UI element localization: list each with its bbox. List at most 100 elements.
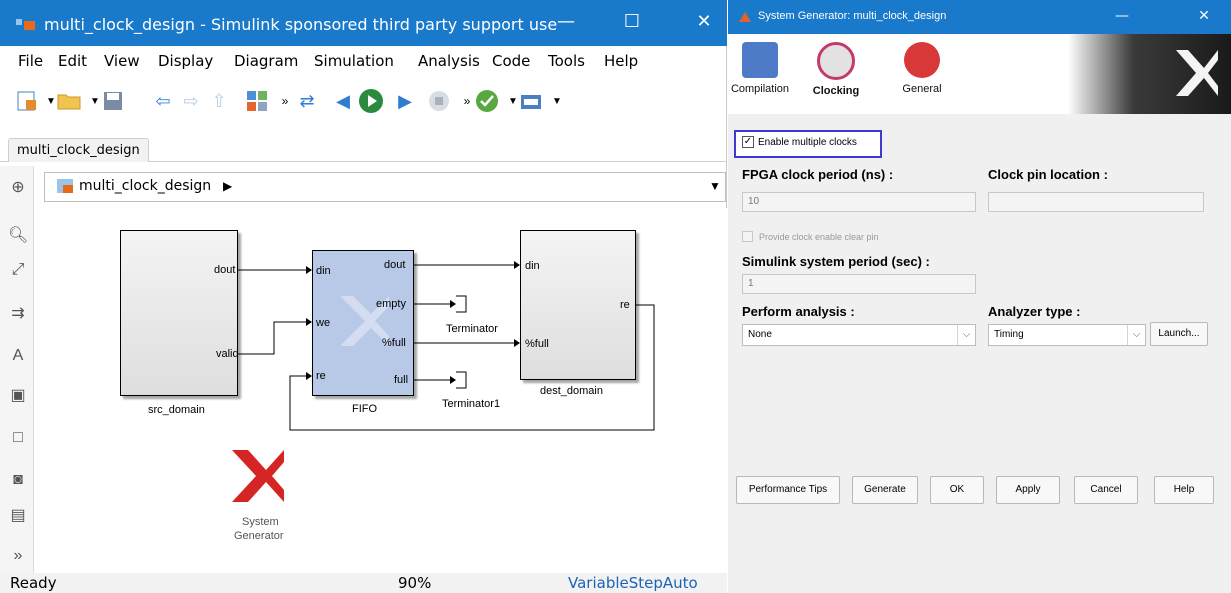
window-title: multi_clock_design - Simulink sponsored … xyxy=(44,15,558,34)
forward-arrow-icon[interactable]: ⇨ xyxy=(178,88,204,114)
perform-analysis-label: Perform analysis : xyxy=(742,304,855,319)
analyzer-type-select[interactable]: Timing ⌵ xyxy=(988,324,1146,346)
model-explorer-icon[interactable]: ⇄ xyxy=(294,88,320,114)
back-arrow-icon[interactable]: ⇦ xyxy=(150,88,176,114)
block-src-domain[interactable] xyxy=(120,230,238,396)
route-lines-icon[interactable]: ⇉ xyxy=(8,304,28,324)
check-icon[interactable] xyxy=(474,88,500,114)
gear-icon xyxy=(904,42,940,78)
simulink-app-icon xyxy=(16,15,36,31)
menu-file[interactable]: File xyxy=(18,52,43,70)
port-label: we xyxy=(316,317,331,329)
performance-tips-button[interactable]: Performance Tips xyxy=(736,476,840,504)
apply-button[interactable]: Apply xyxy=(996,476,1060,504)
menu-code[interactable]: Code xyxy=(492,52,530,70)
zoom-icon[interactable]: 🔍︎ xyxy=(8,226,28,246)
menu-tools[interactable]: Tools xyxy=(548,52,585,70)
port-label: dout xyxy=(214,264,236,276)
clock-pin-location-label: Clock pin location : xyxy=(988,167,1108,182)
block-name-terminator1: Terminator1 xyxy=(442,398,501,410)
chevron-down-icon[interactable]: ▼ xyxy=(709,179,721,193)
chevron-down-icon[interactable]: ▼ xyxy=(544,88,570,114)
area-icon[interactable]: □ xyxy=(8,428,28,448)
fpga-clock-period-field[interactable]: 10 xyxy=(742,192,976,212)
sysgen-label: System xyxy=(242,516,279,528)
run-icon[interactable] xyxy=(358,88,384,114)
fit-view-icon[interactable]: ⤢ xyxy=(8,260,28,280)
minimize-icon[interactable]: — xyxy=(1108,4,1136,28)
simulink-window: multi_clock_design - Simulink sponsored … xyxy=(0,0,727,593)
save-icon[interactable] xyxy=(100,88,126,114)
cancel-button[interactable]: Cancel xyxy=(1074,476,1138,504)
perform-analysis-select[interactable]: None ⌵ xyxy=(742,324,976,346)
new-model-icon[interactable] xyxy=(14,88,40,114)
menu-edit[interactable]: Edit xyxy=(58,52,87,70)
model-data-icon[interactable]: ▤ xyxy=(8,506,28,526)
tab-bar: multi_clock_design xyxy=(0,136,727,162)
camera-icon[interactable]: ◙ xyxy=(8,470,28,490)
tab-general[interactable]: General xyxy=(892,42,952,95)
xilinx-banner xyxy=(1068,34,1231,114)
dialog-tabs: Compilation Clocking General xyxy=(728,34,1231,114)
model-icon xyxy=(57,179,75,195)
ok-button[interactable]: OK xyxy=(930,476,984,504)
hardware-icon[interactable] xyxy=(518,88,544,114)
port-label: din xyxy=(316,265,331,277)
sysgen-dialog: System Generator: multi_clock_design — ✕… xyxy=(728,0,1231,593)
launch-button[interactable]: Launch... xyxy=(1150,322,1208,346)
close-icon[interactable]: ✕ xyxy=(1190,4,1218,28)
port-label: re xyxy=(316,370,326,382)
simulink-system-period-field[interactable]: 1 xyxy=(742,274,976,294)
hide-browser-icon[interactable]: ⊕ xyxy=(8,178,28,198)
tab-model[interactable]: multi_clock_design xyxy=(8,138,149,162)
port-label: full xyxy=(394,374,409,386)
step-forward-icon[interactable]: ▶ xyxy=(392,88,418,114)
generate-button[interactable]: Generate xyxy=(852,476,918,504)
library-browser-icon[interactable] xyxy=(244,88,270,114)
breadcrumb[interactable]: multi_clock_design ▶ ▼ xyxy=(44,172,726,202)
enable-multiple-clocks-checkbox[interactable]: ✓ Enable multiple clocks xyxy=(742,136,857,148)
step-back-icon[interactable]: ◀ xyxy=(330,88,356,114)
system-generator-block[interactable] xyxy=(228,446,288,506)
menu-analysis[interactable]: Analysis xyxy=(418,52,480,70)
breadcrumb-arrow-icon[interactable]: ▶ xyxy=(223,179,232,193)
sysgen-titlebar: System Generator: multi_clock_design — ✕ xyxy=(728,0,1231,34)
zoom-level: 90% xyxy=(398,574,432,592)
menu-diagram[interactable]: Diagram xyxy=(234,52,298,70)
up-arrow-icon[interactable]: ⇧ xyxy=(206,88,232,114)
checkbox-disabled-icon xyxy=(742,231,753,242)
tab-clocking[interactable]: Clocking xyxy=(806,42,866,97)
sysgen-label: Generator xyxy=(234,530,284,542)
minimize-icon[interactable]: — xyxy=(552,10,580,34)
xilinx-logo-icon xyxy=(232,450,284,502)
matlab-icon xyxy=(738,10,752,24)
tab-compilation[interactable]: Compilation xyxy=(730,42,790,95)
provide-clock-enable-checkbox[interactable]: Provide clock enable clear pin xyxy=(742,231,879,242)
block-dest-domain[interactable] xyxy=(520,230,636,380)
menu-help[interactable]: Help xyxy=(604,52,638,70)
solver-link[interactable]: VariableStepAuto xyxy=(568,574,698,592)
port-label: dout xyxy=(384,259,406,271)
toolbar: ▼ ▼ ⇦ ⇨ ⇧ » ⇄ ◀ ▶ » ▼ ▼ xyxy=(0,82,727,122)
more-icon[interactable]: » xyxy=(8,546,28,566)
help-button[interactable]: Help xyxy=(1154,476,1214,504)
clocking-panel: ✓ Enable multiple clocks FPGA clock peri… xyxy=(728,114,1231,593)
stop-icon[interactable] xyxy=(426,88,452,114)
image-icon[interactable]: ▣ xyxy=(8,386,28,406)
port-label: din xyxy=(525,260,540,272)
checkbox-checked-icon: ✓ xyxy=(742,136,754,148)
maximize-icon[interactable]: ☐ xyxy=(618,10,646,34)
menu-simulation[interactable]: Simulation xyxy=(314,52,394,70)
open-folder-icon[interactable] xyxy=(56,88,82,114)
chevron-down-icon: ⌵ xyxy=(1127,325,1145,345)
menu-view[interactable]: View xyxy=(104,52,140,70)
close-icon[interactable]: ✕ xyxy=(690,10,718,34)
menu-display[interactable]: Display xyxy=(158,52,213,70)
model-canvas[interactable]: dout valid src_domain din we re dout emp… xyxy=(44,208,727,576)
status-text: Ready xyxy=(10,574,57,592)
port-label: re xyxy=(620,299,630,311)
port-label: empty xyxy=(376,298,406,310)
clock-pin-location-field[interactable] xyxy=(988,192,1204,212)
port-label: %full xyxy=(382,337,406,349)
annotation-icon[interactable]: A xyxy=(8,346,28,366)
